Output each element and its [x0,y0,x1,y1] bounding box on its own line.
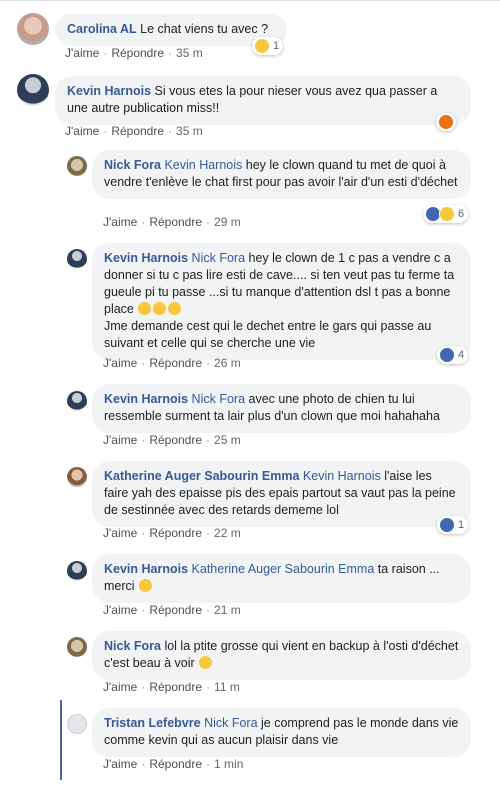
comment-actions: J'aime · Répondre · 26 m [103,356,241,370]
comment-author[interactable]: Kevin Harnois [67,84,151,98]
rolling-laughing-emoji [153,302,167,315]
comment-author[interactable]: Kevin Harnois [104,392,188,406]
mention-tag[interactable]: Nick Fora [192,392,245,406]
comment-bubble: Nick Fora Kevin Harnois hey le clown qua… [92,150,471,199]
comment-bubble: Kevin Harnois Katherine Auger Sabourin E… [92,554,471,603]
timestamp[interactable]: 35 m [176,124,203,138]
top-divider [0,0,500,1]
haha-reaction-icon [254,38,270,54]
comment-actions: J'aime · Répondre · 29 m [103,215,241,229]
comment-author[interactable]: Nick Fora [104,158,161,172]
mention-tag[interactable]: Nick Fora [204,716,257,730]
avatar[interactable] [17,74,49,106]
reply-link[interactable]: Répondre [149,757,202,771]
like-link[interactable]: J'aime [103,356,137,370]
comment-author[interactable]: Tristan Lefebvre [104,716,201,730]
reply-link[interactable]: Répondre [111,124,164,138]
reaction-summary[interactable]: 1 [252,37,284,55]
avatar[interactable] [67,391,87,411]
smile-emoji [139,579,153,592]
comment-bubble: Kevin Harnois Nick Fora avec une photo d… [92,384,471,433]
rolling-laughing-emoji [168,302,182,315]
reaction-count: 4 [458,349,465,361]
avatar[interactable] [67,467,87,487]
reaction-count: 1 [458,519,465,531]
like-link[interactable]: J'aime [103,757,137,771]
comment-bubble: Katherine Auger Sabourin Emma Kevin Harn… [92,461,471,527]
timestamp[interactable]: 22 m [214,526,241,540]
angry-reaction-icon [438,114,454,130]
reply-link[interactable]: Répondre [149,356,202,370]
comment-author[interactable]: Katherine Auger Sabourin Emma [104,469,299,483]
comment-bubble: Kevin Harnois Nick Fora hey le clown de … [92,243,471,360]
avatar[interactable] [67,637,87,657]
thread-highlight-bar [60,700,62,780]
like-link[interactable]: J'aime [103,680,137,694]
comment-bubble: Nick Fora lol la ptite grosse qui vient … [92,631,471,680]
rolling-laughing-emoji [199,656,213,669]
timestamp[interactable]: 21 m [214,603,241,617]
reaction-count: 1 [273,40,280,52]
timestamp[interactable]: 1 min [214,757,243,771]
reply-link[interactable]: Répondre [149,433,202,447]
comment-author[interactable]: Carolina AL [67,22,137,36]
avatar[interactable] [67,561,87,581]
comment-actions: J'aime · Répondre · 11 m [103,680,240,694]
timestamp[interactable]: 26 m [214,356,241,370]
comment-actions: J'aime · Répondre · 35 m [65,124,203,138]
reaction-summary[interactable]: 4 [437,346,469,364]
like-link[interactable]: J'aime [103,603,137,617]
comment-author[interactable]: Kevin Harnois [104,562,188,576]
reaction-summary[interactable]: 1 [437,516,469,534]
avatar[interactable] [67,249,87,269]
timestamp[interactable]: 11 m [214,680,240,694]
avatar[interactable] [17,13,49,45]
comment-actions: J'aime · Répondre · 35 m [65,46,203,60]
timestamp[interactable]: 29 m [214,215,241,229]
avatar[interactable] [67,156,87,176]
mention-tag[interactable]: Katherine Auger Sabourin Emma [192,562,375,576]
like-link[interactable]: J'aime [65,46,99,60]
mention-tag[interactable]: Nick Fora [192,251,245,265]
reply-link[interactable]: Répondre [149,526,202,540]
like-link[interactable]: J'aime [103,215,137,229]
comment-actions: J'aime · Répondre · 22 m [103,526,241,540]
comment-bubble: Kevin Harnois Si vous etes la pour niese… [55,76,471,125]
like-reaction-icon [439,517,455,533]
like-link[interactable]: J'aime [65,124,99,138]
mention-tag[interactable]: Kevin Harnois [303,469,381,483]
comment-actions: J'aime · Répondre · 25 m [103,433,241,447]
comment-author[interactable]: Kevin Harnois [104,251,188,265]
reaction-summary[interactable]: 6 [423,205,469,223]
reaction-summary[interactable] [436,113,456,131]
comment-actions: J'aime · Répondre · 21 m [103,603,241,617]
like-reaction-icon [439,347,455,363]
comment-text-line2: Jme demande cest qui le dechet entre le … [104,319,432,350]
avatar[interactable] [67,714,87,734]
mention-tag[interactable]: Kevin Harnois [164,158,242,172]
haha-reaction-icon [439,206,455,222]
reply-link[interactable]: Répondre [149,603,202,617]
reply-link[interactable]: Répondre [149,215,202,229]
reaction-count: 6 [458,208,465,220]
like-link[interactable]: J'aime [103,526,137,540]
like-link[interactable]: J'aime [103,433,137,447]
rolling-laughing-emoji [138,302,152,315]
comment-actions: J'aime · Répondre · 1 min [103,757,244,771]
comment-bubble: Tristan Lefebvre Nick Fora je comprend p… [92,708,471,757]
reply-link[interactable]: Répondre [149,680,202,694]
timestamp[interactable]: 25 m [214,433,241,447]
comment-author[interactable]: Nick Fora [104,639,161,653]
timestamp[interactable]: 35 m [176,46,203,60]
reply-link[interactable]: Répondre [111,46,164,60]
comment-text: Le chat viens tu avec ? [140,22,269,36]
